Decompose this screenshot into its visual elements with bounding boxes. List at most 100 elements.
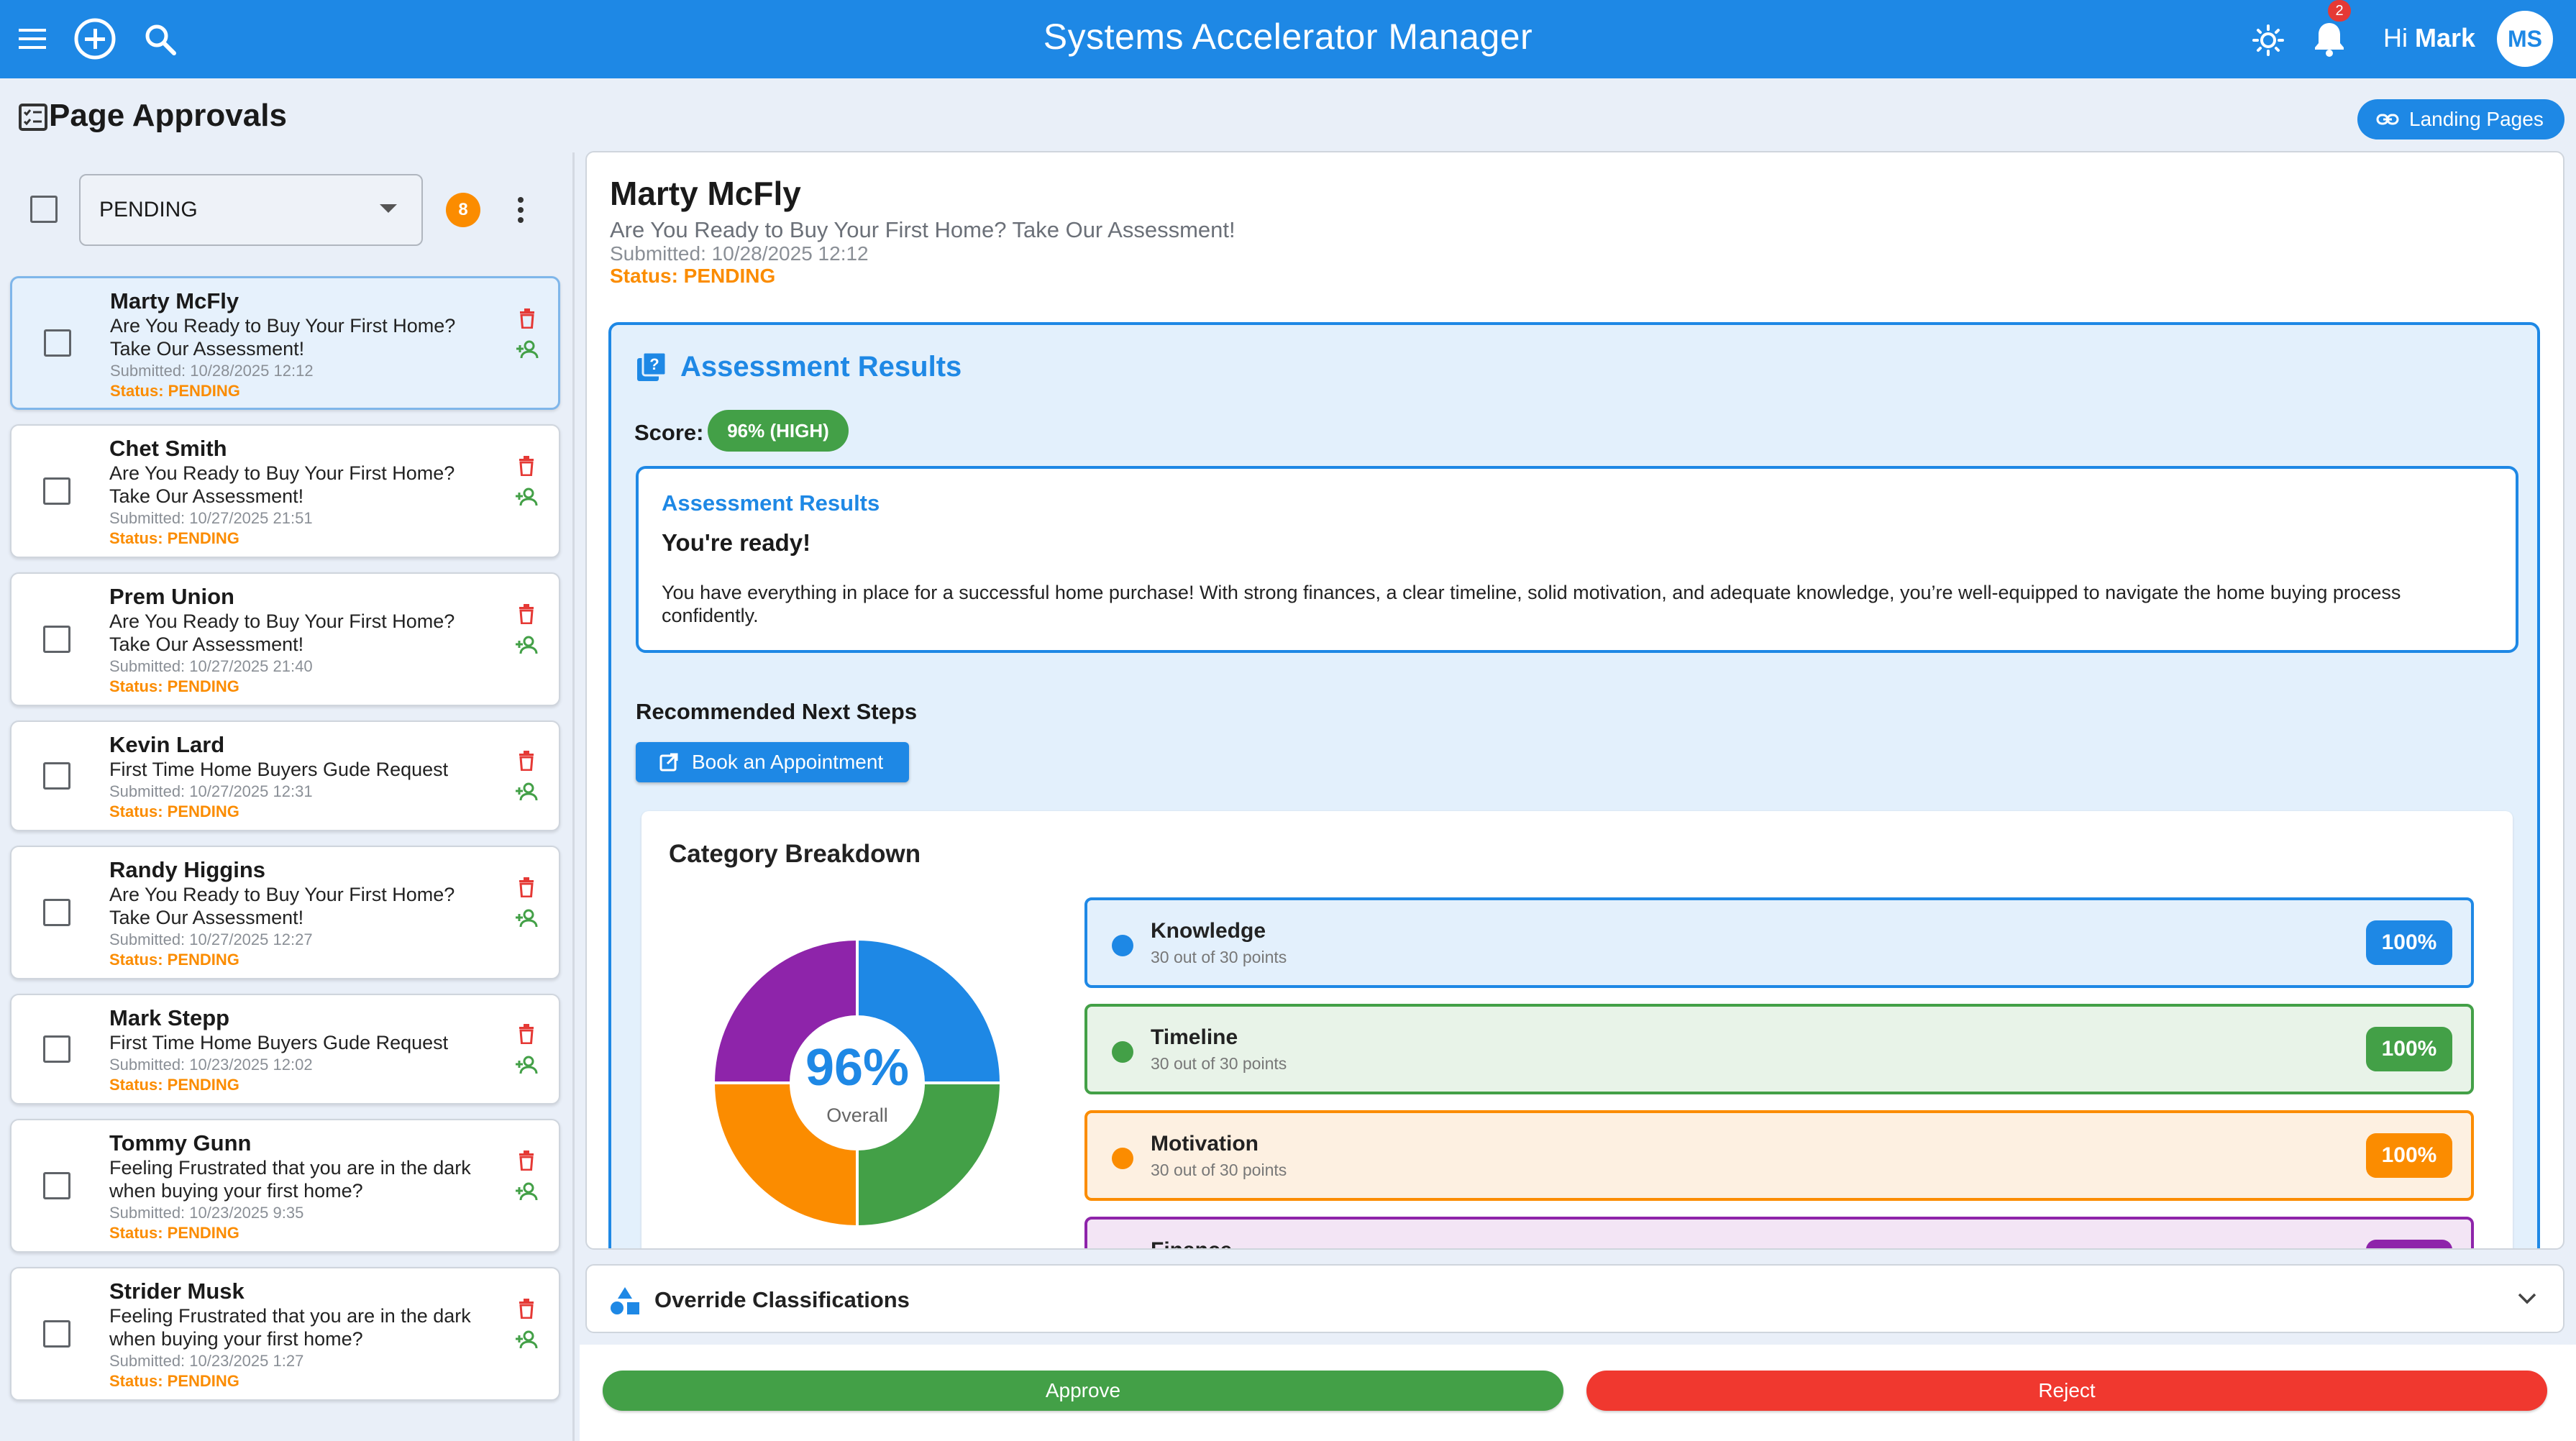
submission-name: Tommy Gunn [109, 1130, 252, 1156]
submission-title-line2: when buying your first home? [109, 1180, 363, 1202]
assign-user-icon[interactable] [515, 636, 538, 654]
category-percent-badge: 100% [2366, 920, 2452, 965]
submission-title-line2: Take Our Assessment! [109, 633, 304, 655]
detail-status: Status: PENDING [610, 265, 776, 287]
detail-submitted: Submitted: 10/28/2025 12:12 [610, 242, 869, 265]
score-label: Score: [634, 420, 704, 445]
submission-card[interactable]: Randy Higgins Are You Ready to Buy Your … [10, 846, 560, 979]
approval-action-bar: Approve Reject [580, 1345, 2576, 1441]
assign-user-icon[interactable] [515, 909, 538, 928]
result-text: You have everything in place for a succe… [662, 582, 2401, 626]
submission-date: Submitted: 10/27/2025 21:40 [109, 657, 313, 675]
submission-card[interactable]: Tommy Gunn Feeling Frustrated that you a… [10, 1119, 560, 1253]
donut-center: 96% Overall [711, 936, 1004, 1230]
category-name: Finance [1151, 1238, 1232, 1248]
submission-date: Submitted: 10/27/2025 21:51 [109, 509, 313, 527]
top-app-bar: Systems Accelerator Manager 2 Hi Mark MS [0, 0, 2576, 78]
category-breakdown-title: Category Breakdown [669, 840, 921, 868]
status-filter-select[interactable]: PENDING [79, 174, 423, 246]
expand-more-icon[interactable] [2517, 1291, 2537, 1306]
submission-checkbox[interactable] [43, 1320, 70, 1348]
submission-card[interactable]: Prem Union Are You Ready to Buy Your Fir… [10, 572, 560, 706]
category-row-finance: Finance [1084, 1217, 2474, 1248]
submission-status: Status: PENDING [109, 1372, 239, 1390]
app-title: Systems Accelerator Manager [1043, 17, 1533, 57]
reject-button[interactable]: Reject [1586, 1371, 2547, 1411]
submission-title-line1: Are You Ready to Buy Your First Home? [109, 462, 455, 484]
assign-user-icon[interactable] [515, 488, 538, 506]
quiz-icon: ? [636, 351, 667, 383]
book-appointment-button[interactable]: Book an Appointment [636, 742, 909, 782]
submission-title-line1: Are You Ready to Buy Your First Home? [109, 610, 455, 632]
bell-icon[interactable] [2313, 20, 2346, 58]
category-dot [1112, 1041, 1133, 1063]
submission-date: Submitted: 10/23/2025 12:02 [109, 1056, 313, 1074]
submission-title-line1: Are You Ready to Buy Your First Home? [110, 315, 456, 337]
override-classifications-accordion[interactable]: Override Classifications [585, 1264, 2564, 1333]
delete-icon[interactable] [518, 456, 535, 476]
submission-name: Randy Higgins [109, 857, 266, 882]
theme-toggle-icon[interactable] [2252, 24, 2284, 56]
submission-status: Status: PENDING [109, 529, 239, 547]
submission-title-line1: First Time Home Buyers Gude Request [109, 1032, 449, 1053]
submission-status: Status: PENDING [109, 677, 239, 695]
approve-button[interactable]: Approve [603, 1371, 1563, 1411]
submission-checkbox[interactable] [43, 899, 70, 926]
assign-user-icon[interactable] [516, 340, 539, 359]
page-title: Page Approvals [49, 98, 287, 133]
greeting-user-name: Mark [2415, 23, 2476, 52]
submission-checkbox[interactable] [43, 477, 70, 505]
delete-icon[interactable] [518, 1299, 535, 1319]
delete-icon[interactable] [519, 308, 536, 329]
more-options-icon[interactable] [511, 194, 531, 226]
submission-card[interactable]: Kevin Lard First Time Home Buyers Gude R… [10, 720, 560, 831]
select-all-checkbox[interactable] [30, 196, 58, 223]
detail-name: Marty McFly [610, 175, 801, 212]
category-percent-badge: 100% [2366, 1133, 2452, 1178]
assign-user-icon[interactable] [515, 782, 538, 801]
submission-card[interactable]: Strider Musk Feeling Frustrated that you… [10, 1267, 560, 1401]
next-steps-label: Recommended Next Steps [636, 699, 918, 724]
landing-pages-button[interactable]: Landing Pages [2357, 99, 2564, 139]
submission-card[interactable]: Chet Smith Are You Ready to Buy Your Fir… [10, 424, 560, 558]
delete-icon[interactable] [518, 1024, 535, 1044]
submission-title-line2: Take Our Assessment! [109, 485, 304, 507]
submission-title-line1: Feeling Frustrated that you are in the d… [109, 1157, 471, 1179]
assign-user-icon[interactable] [515, 1330, 538, 1349]
category-row-motivation: Motivation 30 out of 30 points 100% [1084, 1110, 2474, 1201]
submission-card[interactable]: Marty McFly Are You Ready to Buy Your Fi… [10, 276, 560, 410]
category-points: 30 out of 30 points [1151, 948, 1287, 966]
user-greeting: Hi Mark [2383, 23, 2475, 53]
submission-name: Chet Smith [109, 436, 227, 461]
submission-name: Mark Stepp [109, 1005, 230, 1030]
submission-checkbox[interactable] [43, 1035, 70, 1063]
submission-title-line1: First Time Home Buyers Gude Request [109, 759, 449, 780]
assign-user-icon[interactable] [515, 1182, 538, 1201]
submission-title-line2: Take Our Assessment! [109, 907, 304, 928]
submission-card[interactable]: Mark Stepp First Time Home Buyers Gude R… [10, 994, 560, 1104]
open-external-icon [659, 753, 678, 772]
submission-name: Kevin Lard [109, 732, 225, 757]
result-heading: You're ready! [662, 529, 811, 556]
submission-checkbox[interactable] [43, 1172, 70, 1199]
category-points: 30 out of 30 points [1151, 1054, 1287, 1073]
chevron-down-icon [380, 204, 397, 213]
svg-text:?: ? [649, 355, 659, 373]
category-shapes-icon [610, 1287, 640, 1316]
delete-icon[interactable] [518, 751, 535, 771]
delete-icon[interactable] [518, 604, 535, 624]
submission-date: Submitted: 10/28/2025 12:12 [110, 362, 314, 380]
overall-percent: 96% [805, 1039, 910, 1097]
submission-detail-panel: Marty McFly Are You Ready to Buy Your Fi… [585, 151, 2564, 1250]
delete-icon[interactable] [518, 877, 535, 897]
assign-user-icon[interactable] [515, 1056, 538, 1074]
submission-checkbox[interactable] [43, 626, 70, 653]
avatar[interactable]: MS [2497, 11, 2553, 67]
submission-date: Submitted: 10/23/2025 1:27 [109, 1352, 304, 1370]
submission-checkbox[interactable] [43, 762, 70, 790]
approvals-icon [19, 104, 47, 131]
link-icon [2376, 114, 2399, 125]
category-row-timeline: Timeline 30 out of 30 points 100% [1084, 1004, 2474, 1094]
delete-icon[interactable] [518, 1150, 535, 1171]
submission-checkbox[interactable] [44, 329, 71, 357]
